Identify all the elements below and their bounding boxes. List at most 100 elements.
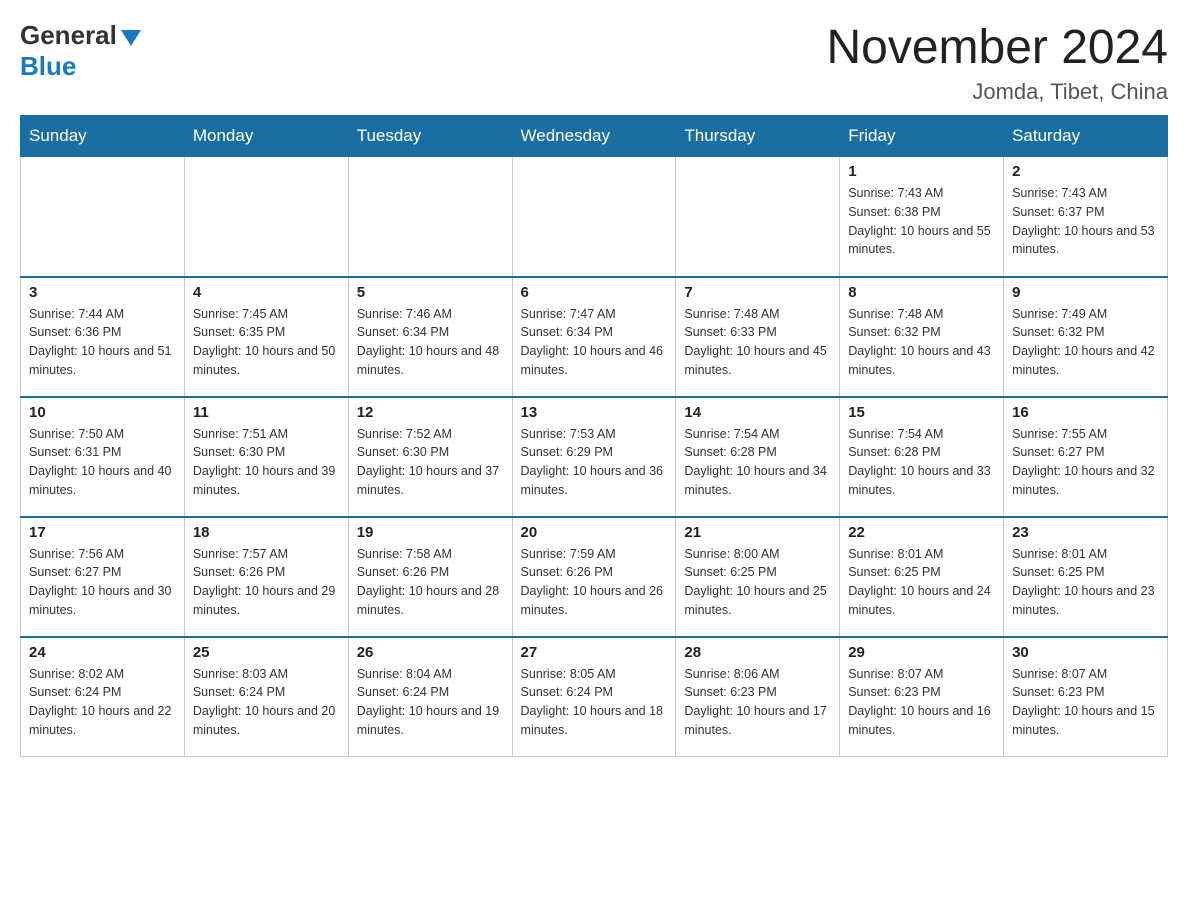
header-friday: Friday: [840, 116, 1004, 157]
table-row: 4 Sunrise: 7:45 AM Sunset: 6:35 PM Daylig…: [184, 277, 348, 397]
day-number: 24: [29, 644, 176, 661]
logo-general-text: General: [20, 20, 117, 51]
table-row: 23 Sunrise: 8:01 AM Sunset: 6:25 PM Dayli…: [1004, 517, 1168, 637]
table-row: 19Sunrise: 7:58 AM Sunset: 6:26 PM Dayli…: [348, 517, 512, 637]
day-info: Sunrise: 7:50 AM Sunset: 6:31 PM Dayligh…: [29, 425, 176, 500]
table-row: 15 Sunrise: 7:54 AM Sunset: 6:28 PM Dayli…: [840, 397, 1004, 517]
logo-blue-text: Blue: [20, 51, 76, 82]
day-info: Sunrise: 8:03 AM Sunset: 6:24 PM Dayligh…: [193, 665, 340, 740]
day-info: Sunrise: 8:05 AM Sunset: 6:24 PM Dayligh…: [521, 665, 668, 740]
calendar-week-row: 10 Sunrise: 7:50 AM Sunset: 6:31 PM Dayli…: [21, 397, 1168, 517]
day-info: Sunrise: 8:04 AM Sunset: 6:24 PM Dayligh…: [357, 665, 504, 740]
table-row: 16 Sunrise: 7:55 AM Sunset: 6:27 PM Dayli…: [1004, 397, 1168, 517]
header-saturday: Saturday: [1004, 116, 1168, 157]
day-info: Sunrise: 7:46 AM Sunset: 6:34 PM Dayligh…: [357, 305, 504, 380]
header-sunday: Sunday: [21, 116, 185, 157]
day-number: 4: [193, 284, 340, 301]
table-row: 27 Sunrise: 8:05 AM Sunset: 6:24 PM Dayli…: [512, 637, 676, 757]
day-number: 19: [357, 524, 504, 541]
table-row: 20 Sunrise: 7:59 AM Sunset: 6:26 PM Dayli…: [512, 517, 676, 637]
table-row: 8Sunrise: 7:48 AM Sunset: 6:32 PM Daylig…: [840, 277, 1004, 397]
day-info: Sunrise: 8:07 AM Sunset: 6:23 PM Dayligh…: [1012, 665, 1159, 740]
day-info: Sunrise: 7:52 AM Sunset: 6:30 PM Dayligh…: [357, 425, 504, 500]
day-info: Sunrise: 7:55 AM Sunset: 6:27 PM Dayligh…: [1012, 425, 1159, 500]
day-info: Sunrise: 7:56 AM Sunset: 6:27 PM Dayligh…: [29, 545, 176, 620]
calendar-table: Sunday Monday Tuesday Wednesday Thursday…: [20, 115, 1168, 757]
month-title: November 2024: [826, 20, 1168, 75]
day-number: 23: [1012, 524, 1159, 541]
calendar-week-row: 17 Sunrise: 7:56 AM Sunset: 6:27 PM Dayli…: [21, 517, 1168, 637]
day-info: Sunrise: 7:47 AM Sunset: 6:34 PM Dayligh…: [521, 305, 668, 380]
table-row: 22Sunrise: 8:01 AM Sunset: 6:25 PM Dayli…: [840, 517, 1004, 637]
day-info: Sunrise: 7:54 AM Sunset: 6:28 PM Dayligh…: [684, 425, 831, 500]
day-number: 8: [848, 284, 995, 301]
day-info: Sunrise: 7:44 AM Sunset: 6:36 PM Dayligh…: [29, 305, 176, 380]
table-row: 3 Sunrise: 7:44 AM Sunset: 6:36 PM Daylig…: [21, 277, 185, 397]
day-number: 10: [29, 404, 176, 421]
day-number: 12: [357, 404, 504, 421]
table-row: [184, 157, 348, 277]
day-number: 29: [848, 644, 995, 661]
day-info: Sunrise: 8:00 AM Sunset: 6:25 PM Dayligh…: [684, 545, 831, 620]
table-row: 25 Sunrise: 8:03 AM Sunset: 6:24 PM Dayli…: [184, 637, 348, 757]
day-number: 11: [193, 404, 340, 421]
day-number: 5: [357, 284, 504, 301]
calendar-header-row: Sunday Monday Tuesday Wednesday Thursday…: [21, 116, 1168, 157]
title-section: November 2024 Jomda, Tibet, China: [826, 20, 1168, 105]
day-info: Sunrise: 7:53 AM Sunset: 6:29 PM Dayligh…: [521, 425, 668, 500]
logo: General Blue: [20, 20, 141, 82]
day-number: 30: [1012, 644, 1159, 661]
header-thursday: Thursday: [676, 116, 840, 157]
day-number: 16: [1012, 404, 1159, 421]
day-info: Sunrise: 8:02 AM Sunset: 6:24 PM Dayligh…: [29, 665, 176, 740]
day-number: 13: [521, 404, 668, 421]
day-number: 14: [684, 404, 831, 421]
table-row: 30 Sunrise: 8:07 AM Sunset: 6:23 PM Dayli…: [1004, 637, 1168, 757]
table-row: 5 Sunrise: 7:46 AM Sunset: 6:34 PM Daylig…: [348, 277, 512, 397]
day-number: 2: [1012, 163, 1159, 180]
day-number: 20: [521, 524, 668, 541]
day-info: Sunrise: 8:01 AM Sunset: 6:25 PM Dayligh…: [1012, 545, 1159, 620]
table-row: 18Sunrise: 7:57 AM Sunset: 6:26 PM Dayli…: [184, 517, 348, 637]
day-number: 15: [848, 404, 995, 421]
table-row: 6 Sunrise: 7:47 AM Sunset: 6:34 PM Daylig…: [512, 277, 676, 397]
day-info: Sunrise: 7:45 AM Sunset: 6:35 PM Dayligh…: [193, 305, 340, 380]
day-number: 25: [193, 644, 340, 661]
day-number: 3: [29, 284, 176, 301]
day-number: 18: [193, 524, 340, 541]
day-number: 6: [521, 284, 668, 301]
table-row: 24 Sunrise: 8:02 AM Sunset: 6:24 PM Dayli…: [21, 637, 185, 757]
table-row: [676, 157, 840, 277]
day-info: Sunrise: 7:54 AM Sunset: 6:28 PM Dayligh…: [848, 425, 995, 500]
table-row: 14 Sunrise: 7:54 AM Sunset: 6:28 PM Dayli…: [676, 397, 840, 517]
day-info: Sunrise: 7:59 AM Sunset: 6:26 PM Dayligh…: [521, 545, 668, 620]
calendar-week-row: 1Sunrise: 7:43 AM Sunset: 6:38 PM Daylig…: [21, 157, 1168, 277]
table-row: 9Sunrise: 7:49 AM Sunset: 6:32 PM Daylig…: [1004, 277, 1168, 397]
header-monday: Monday: [184, 116, 348, 157]
day-number: 7: [684, 284, 831, 301]
day-number: 22: [848, 524, 995, 541]
table-row: 17 Sunrise: 7:56 AM Sunset: 6:27 PM Dayli…: [21, 517, 185, 637]
day-number: 28: [684, 644, 831, 661]
table-row: 29Sunrise: 8:07 AM Sunset: 6:23 PM Dayli…: [840, 637, 1004, 757]
table-row: [348, 157, 512, 277]
table-row: [512, 157, 676, 277]
header-wednesday: Wednesday: [512, 116, 676, 157]
calendar-week-row: 3 Sunrise: 7:44 AM Sunset: 6:36 PM Daylig…: [21, 277, 1168, 397]
table-row: 21 Sunrise: 8:00 AM Sunset: 6:25 PM Dayli…: [676, 517, 840, 637]
table-row: 7 Sunrise: 7:48 AM Sunset: 6:33 PM Daylig…: [676, 277, 840, 397]
day-info: Sunrise: 7:48 AM Sunset: 6:33 PM Dayligh…: [684, 305, 831, 380]
table-row: 10 Sunrise: 7:50 AM Sunset: 6:31 PM Dayli…: [21, 397, 185, 517]
header-tuesday: Tuesday: [348, 116, 512, 157]
day-number: 1: [848, 163, 995, 180]
table-row: [21, 157, 185, 277]
table-row: 2Sunrise: 7:43 AM Sunset: 6:37 PM Daylig…: [1004, 157, 1168, 277]
day-number: 17: [29, 524, 176, 541]
logo-triangle-icon: [121, 30, 141, 46]
day-number: 21: [684, 524, 831, 541]
page-header: General Blue November 2024 Jomda, Tibet,…: [20, 20, 1168, 105]
table-row: 28Sunrise: 8:06 AM Sunset: 6:23 PM Dayli…: [676, 637, 840, 757]
day-number: 27: [521, 644, 668, 661]
day-number: 9: [1012, 284, 1159, 301]
table-row: 12 Sunrise: 7:52 AM Sunset: 6:30 PM Dayli…: [348, 397, 512, 517]
